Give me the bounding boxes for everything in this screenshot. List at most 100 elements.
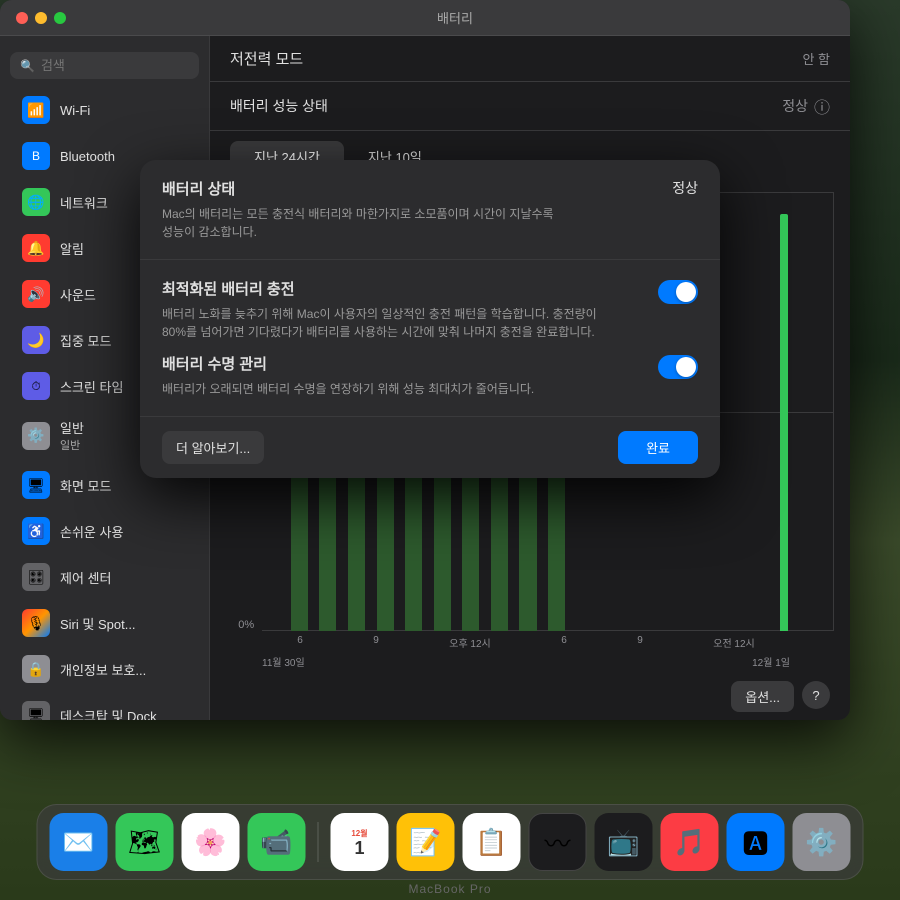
sound-icon: 🔊 <box>22 280 50 308</box>
privacy-icon: 🔒 <box>22 655 50 683</box>
chart-x-labels: 6 9 오후 12시 6 9 오전 12시 <box>210 631 850 654</box>
optimized-charging-title: 최적화된 배터리 충전 <box>162 278 642 299</box>
dock-separator <box>318 822 319 862</box>
general-icon: ⚙️ <box>22 422 50 450</box>
sidebar-label-wifi: Wi-Fi <box>60 103 90 118</box>
done-button[interactable]: 완료 <box>618 431 698 464</box>
sidebar-label-bluetooth: Bluetooth <box>60 149 115 164</box>
x-label-6: 오전 12시 <box>713 635 755 650</box>
desktop-icon: 🖥 <box>22 701 50 720</box>
wifi-icon: 📶 <box>22 96 50 124</box>
sidebar-label-notifications: 알림 <box>60 239 84 258</box>
sidebar-item-controlcenter[interactable]: 🎛 제어 센터 <box>6 555 203 599</box>
notifications-icon: 🔔 <box>22 234 50 262</box>
date-label-2: 12월 1일 <box>752 654 790 669</box>
window-toolbar: 배터리 <box>0 0 850 36</box>
close-button[interactable] <box>16 12 28 24</box>
search-box[interactable]: 🔍 <box>10 52 199 79</box>
battery-health-value: 정상 <box>782 96 808 116</box>
bottom-bar: 옵션... ? <box>210 673 850 720</box>
dock-item-appstore[interactable]: 🅰 <box>727 813 785 871</box>
chart-right-border <box>833 192 834 631</box>
power-mode-row: 저전력 모드 안 함 <box>210 36 850 82</box>
battery-health-management-row: 배터리 수명 관리 배터리가 오래되면 배터리 수명을 연장하기 위해 성능 최… <box>162 353 698 398</box>
dock: ✉️ 🗺 🌸 📹 12월 1 📝 📋 〰 📺 🎵 🅰 ⚙️ <box>37 804 864 880</box>
x-label-4: 6 <box>561 635 567 650</box>
battery-status-body: Mac의 배터리는 모든 충전식 배터리와 마한가지로 소모품이며 시간이 지날… <box>162 205 698 241</box>
battery-health-toggle[interactable] <box>658 355 698 379</box>
sidebar-label-network: 네트워크 <box>60 193 108 212</box>
dock-item-appletv[interactable]: 📺 <box>595 813 653 871</box>
sidebar-label-screentime: 스크린 타임 <box>60 377 123 396</box>
chart-bar-highlight <box>780 214 788 631</box>
dock-item-calendar[interactable]: 12월 1 <box>331 813 389 871</box>
maximize-button[interactable] <box>54 12 66 24</box>
sidebar-label-focus: 집중 모드 <box>60 331 111 350</box>
x-label-3: 오후 12시 <box>449 635 491 650</box>
x-label-5: 9 <box>637 635 643 650</box>
search-icon: 🔍 <box>20 59 35 73</box>
sidebar-label-controlcenter: 제어 센터 <box>60 568 111 587</box>
screentime-icon: ⏱ <box>22 372 50 400</box>
x-label-1: 6 <box>297 635 303 650</box>
controlcenter-icon: 🎛 <box>22 563 50 591</box>
accessibility-icon: ♿ <box>22 517 50 545</box>
optimized-charging-section: 최적화된 배터리 충전 배터리 노화를 늦추기 위해 Mac이 사용자의 일상적… <box>140 260 720 417</box>
siri-icon: 🎙 <box>22 609 50 637</box>
dock-item-freeform[interactable]: 〰 <box>529 813 587 871</box>
sidebar-item-privacy[interactable]: 🔒 개인정보 보호... <box>6 647 203 691</box>
sidebar-label-sound: 사운드 <box>60 285 96 304</box>
display-icon: 🖥 <box>22 471 50 499</box>
battery-health-body: 배터리가 오래되면 배터리 수명을 연장하기 위해 성능 최대치가 줄어듭니다. <box>162 380 642 398</box>
power-mode-label: 저전력 모드 <box>230 48 303 69</box>
info-icon: ⓘ <box>814 94 830 118</box>
sidebar-label-general: 일반 <box>60 418 84 437</box>
dock-item-facetime[interactable]: 📹 <box>248 813 306 871</box>
battery-status-row: 배터리 상태 정상 <box>162 178 698 205</box>
optimized-charging-toggle[interactable] <box>658 280 698 304</box>
dock-item-maps[interactable]: 🗺 <box>116 813 174 871</box>
dock-item-photos[interactable]: 🌸 <box>182 813 240 871</box>
battery-health-management-text: 배터리 수명 관리 배터리가 오래되면 배터리 수명을 연장하기 위해 성능 최… <box>162 353 642 398</box>
battery-status-section: 배터리 상태 정상 Mac의 배터리는 모든 충전식 배터리와 마한가지로 소모… <box>140 160 720 260</box>
network-icon: 🌐 <box>22 188 50 216</box>
battery-status-title: 배터리 상태 <box>162 178 235 199</box>
dock-item-music[interactable]: 🎵 <box>661 813 719 871</box>
battery-modal: 배터리 상태 정상 Mac의 배터리는 모든 충전식 배터리와 마한가지로 소모… <box>140 160 720 478</box>
sidebar-item-siri[interactable]: 🎙 Siri 및 Spot... <box>6 601 203 645</box>
sidebar-label-siri: Siri 및 Spot... <box>60 614 136 633</box>
date-label-1: 11월 30일 <box>262 654 305 669</box>
battery-health-row: 배터리 성능 상태 정상 ⓘ <box>210 82 850 131</box>
power-mode-value: 안 함 <box>802 49 830 68</box>
sidebar-label-desktop: 데스크탑 및 Dock <box>60 706 157 721</box>
battery-modal-footer: 더 알아보기... 완료 <box>140 417 720 478</box>
sidebar-sub-general: 일반 <box>60 437 84 453</box>
chart-date-labels: 11월 30일 12월 1일 <box>210 654 850 673</box>
x-label-2: 9 <box>373 635 379 650</box>
search-input[interactable] <box>41 58 189 73</box>
battery-status-badge: 정상 <box>672 178 698 198</box>
sidebar-label-privacy: 개인정보 보호... <box>60 660 146 679</box>
bluetooth-icon: B <box>22 142 50 170</box>
optimized-charging-body: 배터리 노화를 늦추기 위해 Mac이 사용자의 일상적인 충전 패턴을 학습합… <box>162 305 642 341</box>
focus-icon: 🌙 <box>22 326 50 354</box>
dock-item-notes[interactable]: 📝 <box>397 813 455 871</box>
chart-y-0: 0% <box>238 619 254 631</box>
optimized-charging-text: 최적화된 배터리 충전 배터리 노화를 늦추기 위해 Mac이 사용자의 일상적… <box>162 278 642 341</box>
dock-item-reminders[interactable]: 📋 <box>463 813 521 871</box>
battery-health-label: 배터리 성능 상태 <box>230 96 328 116</box>
sidebar-item-wifi[interactable]: 📶 Wi-Fi <box>6 88 203 132</box>
sidebar-label-accessibility: 손쉬운 사용 <box>60 522 123 541</box>
sidebar-item-desktop[interactable]: 🖥 데스크탑 및 Dock <box>6 693 203 720</box>
sidebar-item-accessibility[interactable]: ♿ 손쉬운 사용 <box>6 509 203 553</box>
sidebar-label-display: 화면 모드 <box>60 476 111 495</box>
minimize-button[interactable] <box>35 12 47 24</box>
help-button[interactable]: ? <box>802 681 830 709</box>
dock-item-mail[interactable]: ✉️ <box>50 813 108 871</box>
macbook-pro-label: MacBook Pro <box>408 882 491 896</box>
window-title: 배터리 <box>437 8 473 27</box>
battery-health-title: 배터리 수명 관리 <box>162 353 642 374</box>
options-button[interactable]: 옵션... <box>731 681 794 712</box>
dock-item-systemprefs[interactable]: ⚙️ <box>793 813 851 871</box>
learn-more-button[interactable]: 더 알아보기... <box>162 431 264 464</box>
